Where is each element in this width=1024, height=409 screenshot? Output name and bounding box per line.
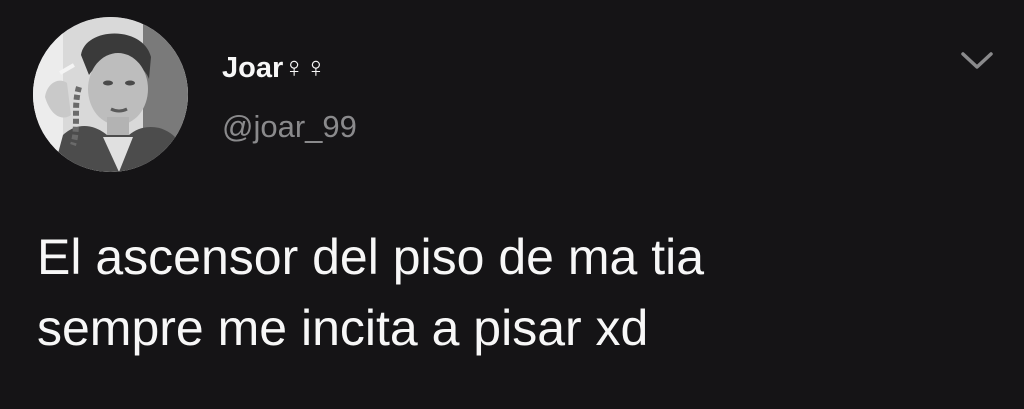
profile-photo <box>33 17 188 172</box>
display-name[interactable]: Joar♀♀ <box>222 48 327 88</box>
tweet-text: El ascensor del piso de ma tia sempre me… <box>37 222 997 364</box>
tweet-text-line: El ascensor del piso de ma tia <box>37 229 705 285</box>
chevron-down-icon[interactable] <box>955 42 999 78</box>
avatar[interactable] <box>33 17 188 172</box>
user-handle[interactable]: @joar_99 <box>222 107 357 147</box>
tweet-text-line: sempre me incita a pisar xd <box>37 300 649 356</box>
tweet-card[interactable]: Joar♀♀ @joar_99 El ascensor del piso de … <box>0 0 1024 409</box>
